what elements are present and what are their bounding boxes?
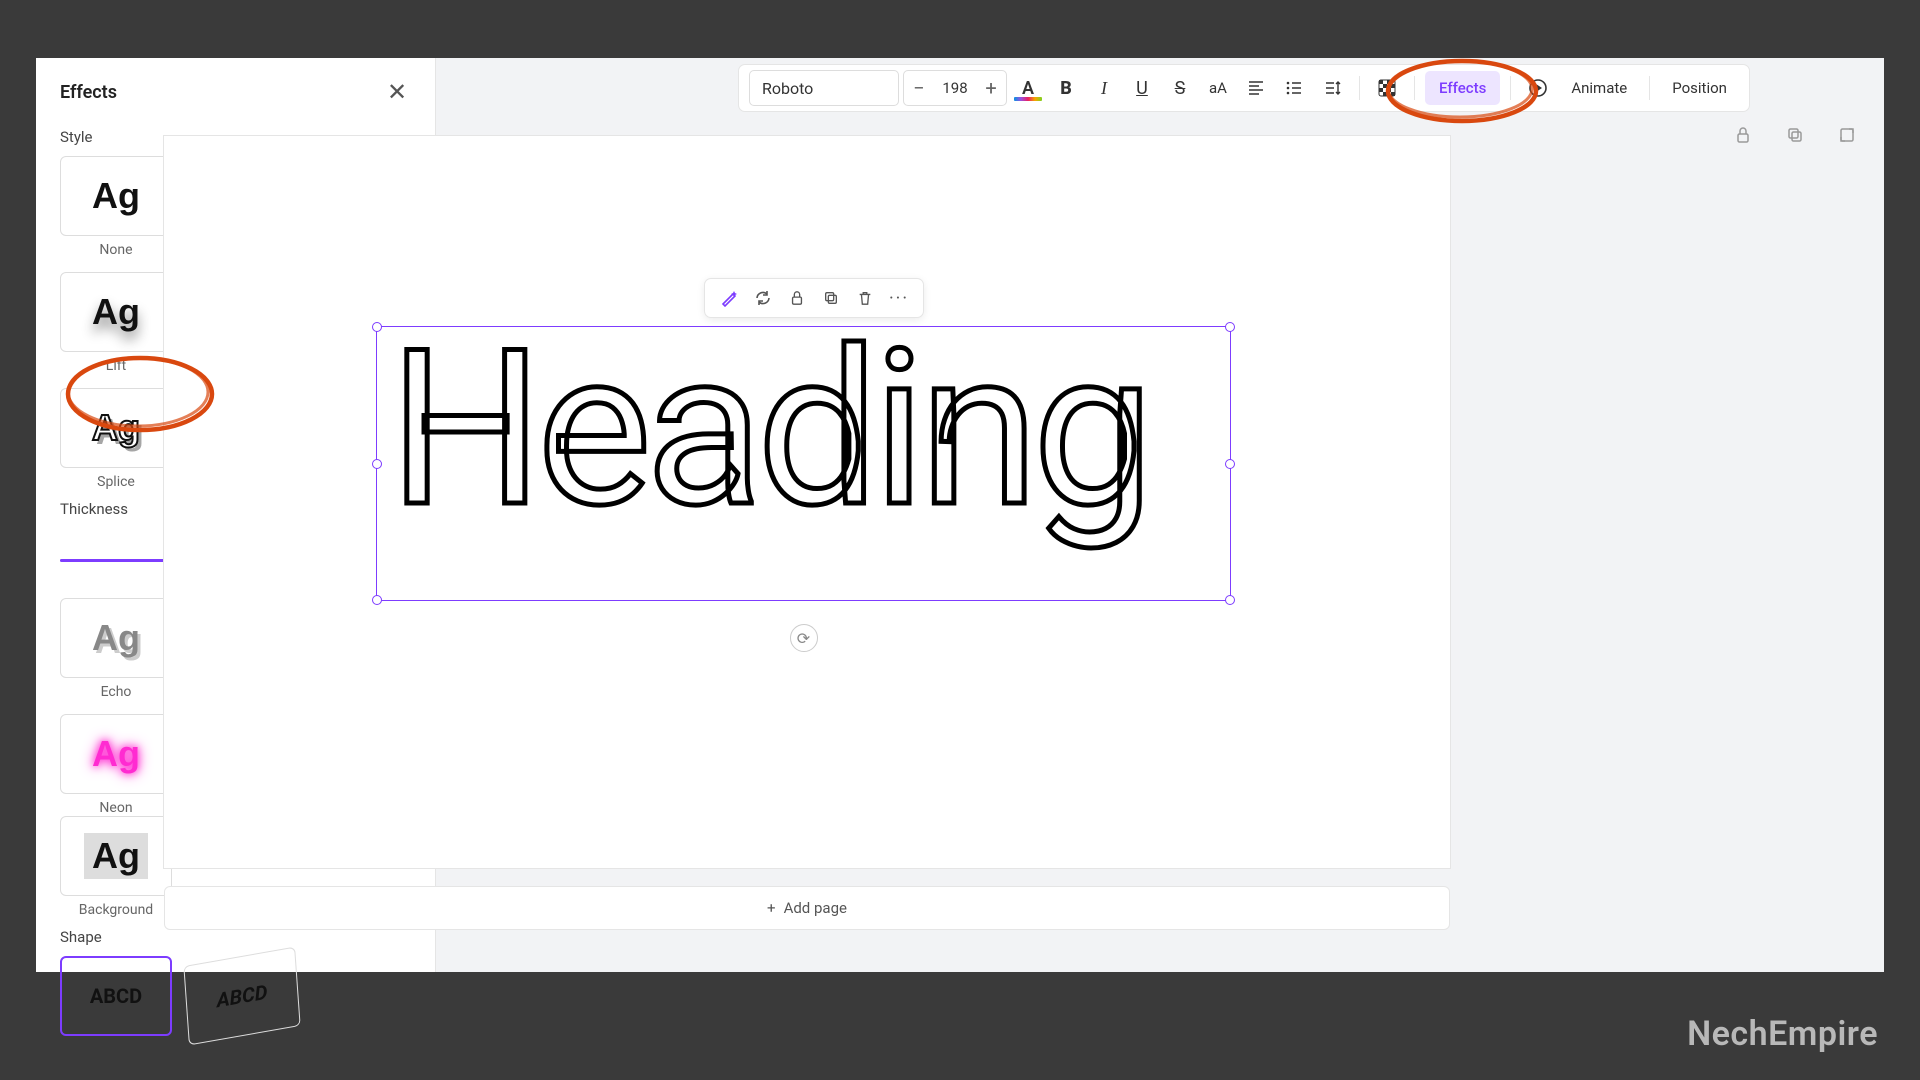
resize-handle-mr[interactable] [1225, 459, 1235, 469]
font-family-select[interactable]: Roboto [749, 70, 899, 106]
text-color-button[interactable]: A [1011, 71, 1045, 105]
close-panel-button[interactable]: ✕ [383, 78, 411, 106]
rotate-handle[interactable]: ⟳ [790, 624, 818, 652]
resize-handle-ml[interactable] [372, 459, 382, 469]
close-icon: ✕ [387, 78, 407, 106]
text-case-button[interactable]: aA [1201, 71, 1235, 105]
lock-button[interactable] [1726, 118, 1760, 152]
font-size-decrement[interactable]: − [904, 71, 934, 105]
resize-handle-br[interactable] [1225, 595, 1235, 605]
spacing-button[interactable] [1315, 71, 1349, 105]
position-button[interactable]: Position [1660, 71, 1739, 105]
strikethrough-button[interactable]: S [1163, 71, 1197, 105]
effects-panel-title: Effects [60, 82, 117, 103]
plus-icon: + [767, 899, 776, 917]
style-tile-lift[interactable]: Ag [60, 272, 172, 352]
watermark: NechEmpire [1687, 1014, 1878, 1054]
list-button[interactable] [1277, 71, 1311, 105]
resize-handle-bl[interactable] [372, 595, 382, 605]
style-tile-splice[interactable]: Ag [60, 388, 172, 468]
transparency-button[interactable] [1370, 71, 1404, 105]
animate-icon [1528, 78, 1548, 98]
transparency-icon [1378, 79, 1396, 97]
underline-button[interactable]: U [1125, 71, 1159, 105]
text-toolbar: Roboto − 198 + A B I U S aA Effects Anim… [738, 64, 1750, 112]
font-size-value[interactable]: 198 [934, 79, 976, 97]
effects-button[interactable]: Effects [1425, 71, 1500, 105]
duplicate-icon [1786, 126, 1804, 144]
resize-handle-tr[interactable] [1225, 322, 1235, 332]
resize-handle-tl[interactable] [372, 322, 382, 332]
italic-button[interactable]: I [1087, 71, 1121, 105]
text-selection-box[interactable]: Heading ⟳ [376, 326, 1231, 601]
style-tile-echo[interactable]: Ag [60, 598, 172, 678]
style-tile-neon[interactable]: Ag [60, 714, 172, 794]
align-button[interactable] [1239, 71, 1273, 105]
duplicate-page-button[interactable] [1778, 118, 1812, 152]
shape-tile-curve[interactable]: ABCD [183, 947, 300, 1046]
expand-button[interactable] [1830, 118, 1864, 152]
font-size-increment[interactable]: + [976, 71, 1006, 105]
list-icon [1285, 79, 1303, 97]
animate-button[interactable]: Animate [1559, 71, 1639, 105]
lock-icon [1734, 126, 1752, 144]
bold-button[interactable]: B [1049, 71, 1083, 105]
heading-text[interactable]: Heading [377, 327, 1230, 532]
add-page-button[interactable]: + Add page [164, 886, 1450, 930]
shape-tile-none[interactable]: ABCD [60, 956, 172, 1036]
animate-icon-button[interactable] [1521, 71, 1555, 105]
align-icon [1247, 79, 1265, 97]
style-tile-none[interactable]: Ag [60, 156, 172, 236]
spacing-icon [1323, 79, 1341, 97]
expand-icon [1838, 126, 1856, 144]
style-tile-background[interactable]: Ag [60, 816, 172, 896]
